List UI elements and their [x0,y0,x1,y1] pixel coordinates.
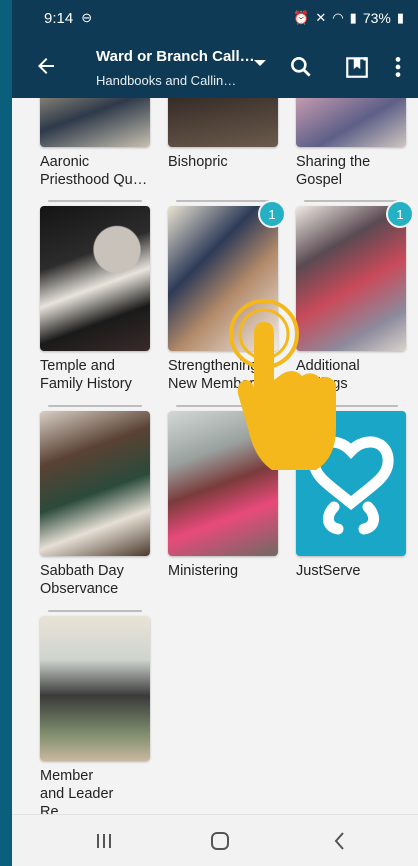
stack-divider [48,610,142,612]
tile-label: Additional Callings [296,358,360,392]
back-arrow-icon[interactable] [34,54,58,78]
back-nav-icon[interactable] [328,829,352,853]
tile-aaronic-priesthood[interactable]: Aaronic Priesthood Qu… [40,98,150,189]
do-not-disturb-icon: ⊖ [81,10,93,25]
status-time: 9:14 [44,9,74,27]
tile-image [168,98,278,147]
tile-image [168,206,278,351]
stack-divider [304,200,398,202]
justserve-heart-icon [308,436,394,535]
tile-label: Temple and Family History [40,358,132,392]
home-icon[interactable] [208,829,232,853]
stack-divider [176,405,270,407]
tile-image [168,411,278,556]
tile-justserve[interactable]: JustServe [296,405,406,580]
tile-label: Member and Leader Re… [40,768,114,814]
collection-grid: Aaronic Priesthood Qu… Bishopric Sharing… [12,98,418,814]
tile-image [40,411,150,556]
dropdown-arrow-icon[interactable] [254,60,266,66]
tile-label: Sharing the Gospel [296,154,371,188]
notification-badge: 1 [386,200,414,228]
tile-ministering[interactable]: Ministering [168,405,278,580]
wifi-icon: ◠ [332,10,344,25]
tile-image [296,98,406,147]
tile-sharing-the-gospel[interactable]: Sharing the Gospel [296,98,406,189]
battery-icon: ▮ [396,10,404,25]
tile-label: Aaronic Priesthood Qu… [40,154,148,188]
tile-member-leader-resources[interactable]: Member and Leader Re… [40,610,150,814]
alarm-icon: ⏰ [293,10,310,25]
bookmark-icon[interactable] [344,54,370,80]
more-options-icon[interactable] [392,54,404,80]
tile-label: Ministering [168,563,239,579]
status-bar: 9:14 ⊖ ⏰ ✕ ◠ ▮ 73% ▮ [12,0,418,36]
page-subtitle: Handbooks and Callin… [96,73,237,88]
justserve-logo [296,411,406,556]
page-title: Ward or Branch Calli… [96,48,256,65]
tile-strengthening-new-members[interactable]: 1 Strengthening New Members [168,200,286,393]
tile-label: JustServe [296,563,361,579]
recent-apps-icon[interactable] [92,829,116,853]
tile-sabbath-day-observance[interactable]: Sabbath Day Observance [40,405,150,598]
tile-label: Strengthening New Members [168,358,262,392]
tile-bishopric[interactable]: Bishopric [168,98,278,171]
tile-image [40,616,150,761]
tile-temple-family-history[interactable]: Temple and Family History [40,200,150,393]
title-block[interactable]: Ward or Branch Calli… Handbooks and Call… [96,48,256,88]
search-icon[interactable] [288,54,314,80]
stack-divider [48,200,142,202]
tile-label: Sabbath Day Observance [40,563,124,597]
notification-badge: 1 [258,200,286,228]
tile-additional-callings[interactable]: 1 Additional Callings [296,200,414,393]
mute-icon: ✕ [315,10,327,25]
tile-image [296,206,406,351]
tile-label: Bishopric [168,154,228,170]
battery-percent: 73% [362,10,391,26]
tile-image [40,98,150,147]
app-bar: Ward or Branch Calli… Handbooks and Call… [12,36,418,98]
tile-image [40,206,150,351]
stack-divider [176,200,270,202]
phone-screen: 9:14 ⊖ ⏰ ✕ ◠ ▮ 73% ▮ Ward or Branch Call… [12,0,418,866]
system-nav-bar [12,814,418,866]
signal-icon: ▮ [349,10,357,25]
stack-divider [304,405,398,407]
stack-divider [48,405,142,407]
